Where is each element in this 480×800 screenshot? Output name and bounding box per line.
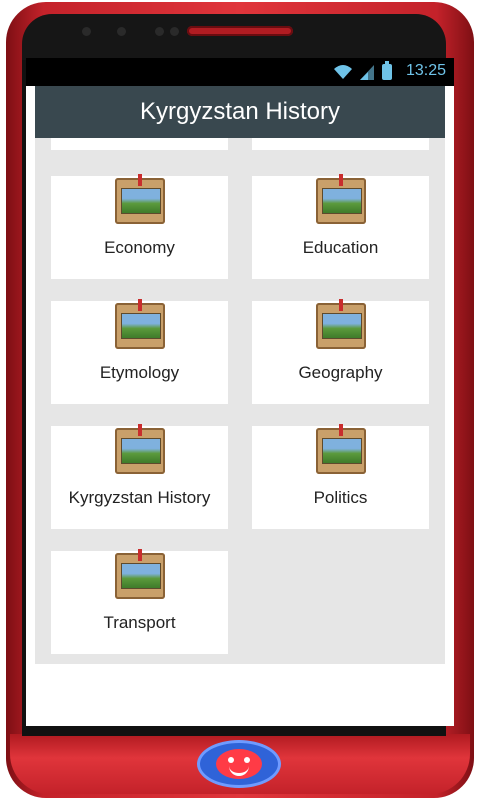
- signal-icon: [360, 65, 374, 80]
- grid-tile-partial[interactable]: [252, 138, 429, 150]
- grid-tile-economy[interactable]: Economy: [51, 174, 228, 279]
- home-button[interactable]: [197, 740, 281, 788]
- topic-grid[interactable]: Economy Education Etymology Geography Ky…: [35, 138, 445, 664]
- grid-tile-education[interactable]: Education: [252, 174, 429, 279]
- book-icon: [114, 174, 165, 226]
- tile-label: Geography: [298, 363, 383, 382]
- grid-tile-geography[interactable]: Geography: [252, 299, 429, 404]
- tile-label: Etymology: [99, 363, 180, 382]
- app-title-bar: Kyrgyzstan History: [35, 86, 445, 138]
- wifi-icon: [334, 65, 352, 79]
- tile-label: Economy: [104, 238, 175, 257]
- tile-label: Education: [302, 238, 379, 257]
- book-icon: [315, 424, 366, 476]
- grid-tile-etymology[interactable]: Etymology: [51, 299, 228, 404]
- sensor-dot: [170, 27, 179, 36]
- sensor-dot: [155, 27, 164, 36]
- earpiece-speaker: [187, 26, 293, 36]
- grid-tile-transport[interactable]: Transport: [51, 549, 228, 654]
- page-title: Kyrgyzstan History: [139, 98, 341, 125]
- status-time: 13:25: [405, 62, 446, 79]
- tile-label: Kyrgyzstan History: [68, 488, 211, 507]
- battery-icon: [382, 61, 392, 80]
- grid-tile-politics[interactable]: Politics: [252, 424, 429, 529]
- sensor-dot: [82, 27, 91, 36]
- grid-tile-kyrgyzstan-history[interactable]: Kyrgyzstan History: [51, 424, 228, 529]
- tile-label: Transport: [103, 613, 176, 632]
- smiley-icon: [216, 749, 262, 779]
- tile-label: Politics: [313, 488, 368, 507]
- grid-tile-partial[interactable]: [51, 138, 228, 150]
- book-icon: [114, 424, 165, 476]
- book-icon: [114, 549, 165, 601]
- front-camera: [117, 27, 126, 36]
- device-screen: 13:25 Kyrgyzstan History Economy Educati…: [26, 58, 454, 726]
- book-icon: [114, 299, 165, 351]
- status-bar: 13:25: [26, 58, 454, 86]
- book-icon: [315, 299, 366, 351]
- book-icon: [315, 174, 366, 226]
